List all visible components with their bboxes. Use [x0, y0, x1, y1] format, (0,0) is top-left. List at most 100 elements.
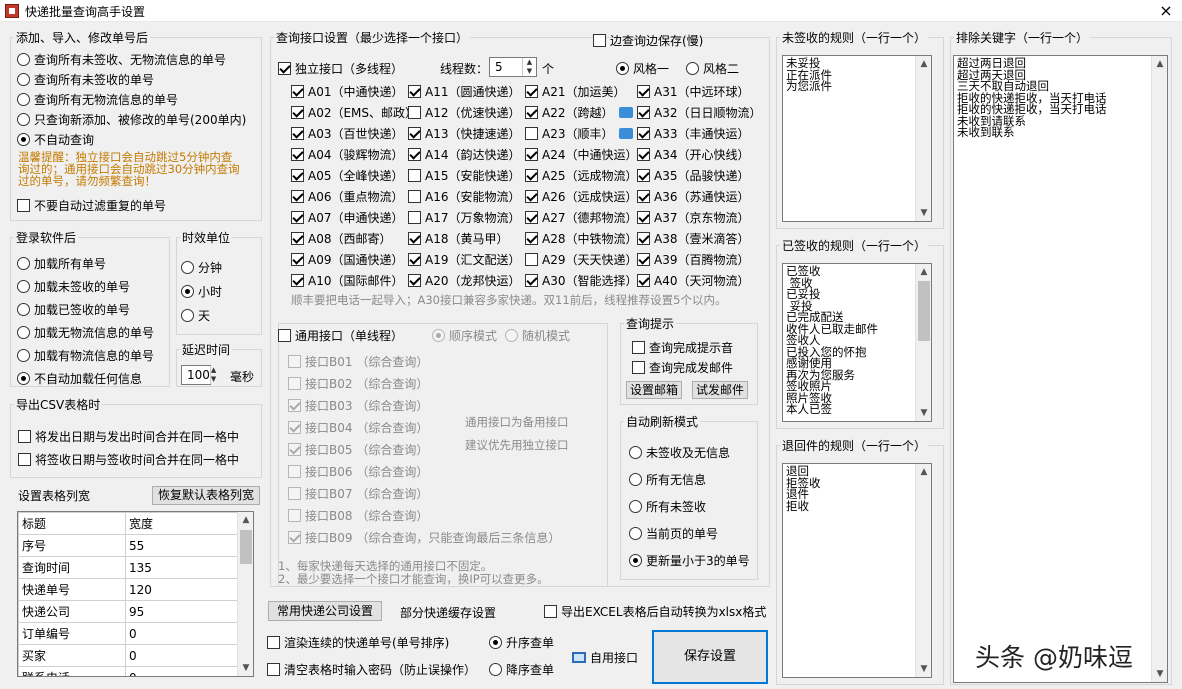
checkbox-mark[interactable] [525, 168, 538, 182]
refresh-option-2[interactable]: 所有未签收 [629, 497, 706, 515]
scroll-down-icon[interactable]: ▼ [238, 660, 253, 676]
dedupe-checkbox[interactable]: 不要自动过滤重复的单号 [17, 196, 166, 214]
asc-query[interactable]: 升序查单 [489, 633, 554, 651]
checkbox-mark[interactable] [18, 429, 31, 443]
login-option-1[interactable]: 加载未签收的单号 [17, 277, 130, 295]
radio-mark[interactable] [505, 328, 518, 342]
radio-mark[interactable] [181, 284, 194, 298]
checkbox-mark[interactable] [408, 84, 421, 98]
scroll-down-icon[interactable]: ▼ [916, 405, 932, 421]
radio-mark[interactable] [629, 526, 642, 540]
scroll-up-icon[interactable]: ▲ [916, 264, 932, 280]
radio-mark[interactable] [17, 348, 30, 362]
radio-mark[interactable] [17, 92, 30, 106]
desc-query[interactable]: 降序查单 [489, 660, 554, 678]
independent-api[interactable]: 独立接口（多线程） [278, 59, 403, 77]
radio-mark[interactable] [17, 132, 30, 146]
radio-mark[interactable] [432, 328, 445, 342]
checkbox-mark[interactable] [288, 508, 301, 522]
checkbox-mark[interactable] [291, 231, 304, 245]
checkbox-mark[interactable] [525, 231, 538, 245]
checkbox-mark[interactable] [291, 126, 304, 140]
general-api[interactable]: 通用接口（单线程） [278, 326, 403, 344]
checkbox-mark[interactable] [291, 273, 304, 287]
checkbox-mark[interactable] [288, 420, 301, 434]
scroll-up-icon[interactable]: ▲ [916, 56, 932, 72]
checkbox-mark[interactable] [632, 340, 645, 354]
cell-width[interactable]: 0 [125, 622, 238, 645]
checkbox-mark[interactable] [637, 84, 650, 98]
api-a35[interactable]: A35（品骏快递） [637, 166, 749, 184]
scroll-down-icon[interactable]: ▼ [916, 661, 932, 677]
checkbox-mark[interactable] [408, 147, 421, 161]
save-while-query[interactable]: 边查询边保存(慢) [593, 31, 703, 49]
api-a04[interactable]: A04（骏辉物流） [291, 145, 403, 163]
checkbox-mark[interactable] [637, 126, 650, 140]
table-row[interactable]: 快递单号 120 [18, 578, 238, 601]
checkbox-mark[interactable] [637, 168, 650, 182]
api-a02[interactable]: A02（EMS、邮政） [291, 103, 417, 121]
api-a24[interactable]: A24（中通快运） [525, 145, 637, 163]
refresh-option-3[interactable]: 当前页的单号 [629, 524, 718, 542]
api-a31[interactable]: A31（中远环球） [637, 82, 749, 100]
scrollbar[interactable]: ▲ ▼ [915, 264, 931, 421]
add-option-0[interactable]: 查询所有未签收、无物流信息的单号 [17, 50, 226, 68]
style-one[interactable]: 风格一 [616, 59, 669, 77]
scrollbar[interactable]: ▲ ▼ [237, 512, 253, 676]
checkbox-mark[interactable] [593, 33, 606, 47]
refresh-option-0[interactable]: 未签收及无信息 [629, 443, 730, 461]
checkbox-mark[interactable] [291, 84, 304, 98]
radio-mark[interactable] [489, 662, 502, 676]
checkbox-mark[interactable] [288, 354, 301, 368]
checkbox-mark[interactable] [637, 273, 650, 287]
api-a08[interactable]: A08（西邮寄） [291, 229, 391, 247]
api-a15[interactable]: A15（安能快递） [408, 166, 520, 184]
checkbox-mark[interactable] [525, 126, 538, 140]
api-a01[interactable]: A01（中通快递） [291, 82, 403, 100]
radio-mark[interactable] [629, 499, 642, 513]
cell-title[interactable]: 快递公司 [18, 600, 126, 623]
cell-width[interactable]: 95 [125, 600, 238, 623]
checkbox-mark[interactable] [637, 105, 650, 119]
radio-mark[interactable] [181, 260, 194, 274]
checkbox-mark[interactable] [525, 84, 538, 98]
add-option-2[interactable]: 查询所有无物流信息的单号 [17, 90, 178, 108]
csv-sign-merge[interactable]: 将签收日期与签收时间合并在同一格中 [18, 450, 239, 468]
self-api[interactable]: 自用接口 [572, 648, 638, 666]
api-a20[interactable]: A20（龙邦快运） [408, 271, 520, 289]
checkbox-mark[interactable] [288, 530, 301, 544]
api-a11[interactable]: A11（圆通快递） [408, 82, 520, 100]
api-a22[interactable]: A22（跨越） [525, 103, 634, 121]
checkbox-mark[interactable] [291, 189, 304, 203]
cell-width[interactable]: 55 [125, 534, 238, 557]
cell-title[interactable]: 快递单号 [18, 578, 126, 601]
radio-mark[interactable] [17, 371, 30, 385]
checkbox-mark[interactable] [408, 168, 421, 182]
table-row[interactable]: 查询时间 135 [18, 556, 238, 579]
radio-mark[interactable] [181, 308, 194, 322]
checkbox-mark[interactable] [288, 486, 301, 500]
scrollbar[interactable]: ▲ ▼ [915, 464, 931, 677]
checkbox-mark[interactable] [267, 662, 280, 676]
cell-width[interactable]: 135 [125, 556, 238, 579]
timeunit-option-0[interactable]: 分钟 [181, 258, 222, 276]
api-a19[interactable]: A19（汇文配送） [408, 250, 520, 268]
checkbox-mark[interactable] [544, 604, 557, 618]
api-a39[interactable]: A39（百腾物流） [637, 250, 749, 268]
api-a36[interactable]: A36（苏通快运） [637, 187, 749, 205]
table-row[interactable]: 联系电话0 [18, 666, 238, 676]
scrollbar[interactable]: ▲ ▼ [915, 56, 931, 221]
checkbox-mark[interactable] [408, 210, 421, 224]
common-express-button[interactable]: 常用快递公司设置 [268, 601, 382, 621]
prompt-mail[interactable]: 查询完成发邮件 [632, 358, 733, 376]
table-row[interactable]: 买家 0 [18, 644, 238, 667]
radio-mark[interactable] [17, 325, 30, 339]
checkbox-mark[interactable] [278, 328, 291, 342]
api-a09[interactable]: A09（国通快递） [291, 250, 403, 268]
scroll-down-icon[interactable]: ▼ [1152, 666, 1168, 682]
api-a26[interactable]: A26（远成快运） [525, 187, 637, 205]
reset-colwidth-button[interactable]: 恢复默认表格列宽 [152, 486, 260, 505]
scroll-thumb[interactable] [240, 530, 252, 564]
radio-mark[interactable] [616, 61, 629, 75]
exclude-rules[interactable]: 超过两日退回 超过两天退回 三天不取自动退回 拒收的快递拒收，当天打电话 拒收的… [953, 55, 1168, 683]
